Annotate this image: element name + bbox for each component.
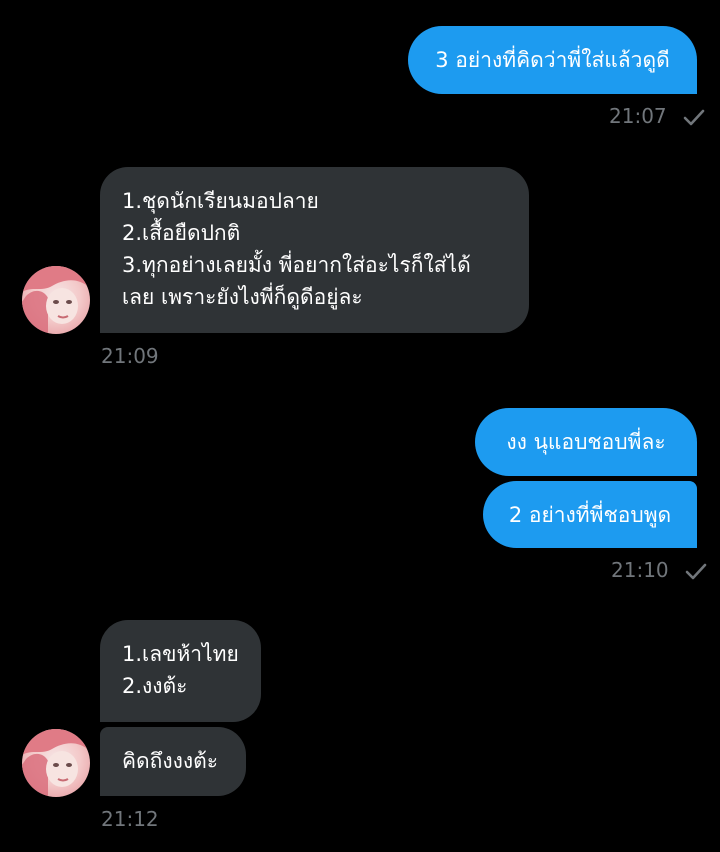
message-line: 2.งงต้ะ — [122, 674, 188, 698]
message-text: 3 อย่างที่คิดว่าพี่ใส่แล้วดูดี — [435, 48, 670, 72]
message-timestamp: 21:12 — [101, 807, 159, 831]
message-line: คิดถึงงงต้ะ — [122, 749, 219, 773]
checkmark-icon — [683, 109, 705, 125]
avatar[interactable] — [22, 729, 90, 797]
checkmark-icon — [685, 563, 707, 579]
incoming-message[interactable]: 1.เลขห้าไทย 2.งงต้ะ — [100, 620, 261, 722]
message-line: 1.เลขห้าไทย — [122, 642, 239, 666]
avatar[interactable] — [22, 266, 90, 334]
timestamp-text: 21:09 — [101, 344, 159, 368]
avatar-image — [22, 266, 90, 334]
timestamp-text: 21:10 — [611, 558, 669, 582]
outgoing-message[interactable]: 2 อย่างที่พี่ชอบพูด — [483, 481, 697, 548]
outgoing-message[interactable]: 3 อย่างที่คิดว่าพี่ใส่แล้วดูดี — [408, 26, 697, 94]
incoming-message[interactable]: คิดถึงงงต้ะ — [100, 727, 246, 796]
message-line: 3.ทุกอย่างเลยมั้ง พี่อยากใส่อะไรก็ใส่ได้ — [122, 253, 471, 277]
message-line: เลย เพราะยังไงพี่ก็ดูดีอยู่ละ — [122, 285, 363, 309]
avatar-image — [22, 729, 90, 797]
message-line: 2.เสื้อยืดปกติ — [122, 221, 241, 245]
timestamp-text: 21:07 — [609, 104, 667, 128]
outgoing-message[interactable]: งง นุแอบชอบพี่ละ — [475, 408, 697, 476]
incoming-message[interactable]: 1.ชุดนักเรียนมอปลาย 2.เสื้อยืดปกติ 3.ทุก… — [100, 167, 529, 333]
message-line: 1.ชุดนักเรียนมอปลาย — [122, 189, 319, 213]
timestamp-text: 21:12 — [101, 807, 159, 831]
message-timestamp: 21:09 — [101, 344, 159, 368]
message-text: งง นุแอบชอบพี่ละ — [506, 430, 666, 454]
message-timestamp: 21:07 — [609, 104, 705, 128]
message-text: 2 อย่างที่พี่ชอบพูด — [508, 502, 672, 527]
message-timestamp: 21:10 — [611, 558, 707, 582]
